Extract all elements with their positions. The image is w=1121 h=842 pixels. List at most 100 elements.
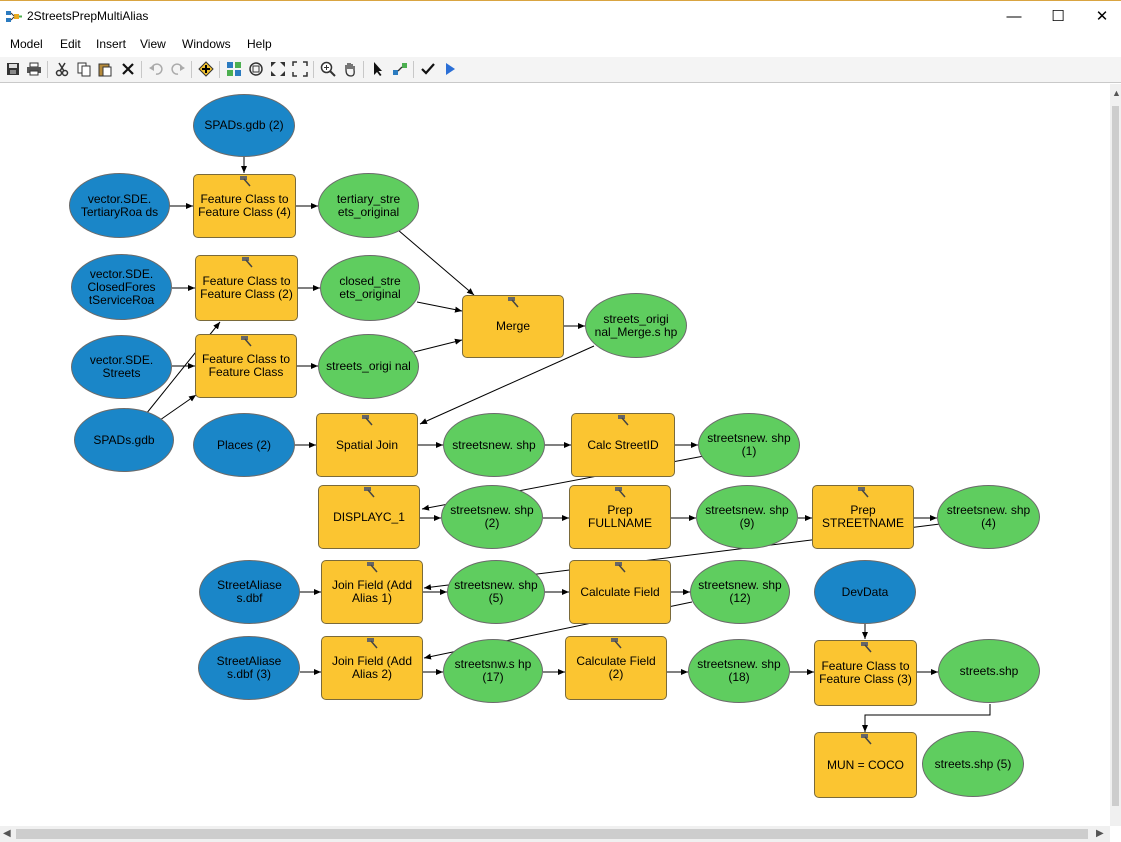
data-node-streets-shp[interactable]: streets.shp (938, 639, 1040, 703)
data-node-streetsnew-shp-12[interactable]: streetsnew. shp (12) (690, 560, 790, 624)
hammer-icon (611, 638, 622, 649)
horizontal-scrollbar[interactable]: ◀ ▶ (0, 826, 1110, 842)
data-node-streetsnew-shp-18[interactable]: streetsnew. shp (18) (688, 639, 790, 703)
menu-windows[interactable]: Windows (182, 37, 231, 51)
menu-edit[interactable]: Edit (60, 37, 81, 51)
tool-node-merge[interactable]: Merge (462, 295, 564, 358)
data-node-vector-tertiary[interactable]: vector.SDE. TertiaryRoa ds (69, 173, 170, 238)
tool-node-mun-coco[interactable]: MUN = COCO (814, 732, 917, 798)
toolbar-separator (219, 61, 220, 78)
data-node-streets-original-merge[interactable]: streets_origi nal_Merge.s hp (585, 293, 687, 358)
tool-node-fc-to-fc-4[interactable]: Feature Class to Feature Class (4) (193, 174, 296, 238)
menu-model[interactable]: Model (10, 37, 43, 51)
toolbar-separator (363, 61, 364, 78)
tool-node-calculate-field-2[interactable]: Calculate Field (2) (565, 636, 667, 700)
copy-icon[interactable] (75, 60, 93, 78)
print-icon[interactable] (25, 60, 43, 78)
data-node-streetaliases-dbf[interactable]: StreetAliase s.dbf (199, 560, 300, 624)
paste-icon[interactable] (96, 60, 114, 78)
connect-icon[interactable] (391, 60, 409, 78)
hammer-icon (615, 487, 626, 498)
hammer-icon (508, 297, 519, 308)
title-bar: 2StreetsPrepMultiAlias — ☐ ✕ (0, 0, 1121, 32)
data-node-places-2[interactable]: Places (2) (193, 413, 295, 477)
data-node-streets-original[interactable]: streets_origi nal (318, 334, 419, 399)
tool-node-join-field-2[interactable]: Join Field (Add Alias 2) (321, 636, 423, 700)
toolbar-separator (191, 61, 192, 78)
data-node-spads-gdb-2[interactable]: SPADs.gdb (2) (193, 94, 295, 157)
data-node-streetsnew-shp-4[interactable]: streetsnew. shp (4) (937, 485, 1040, 549)
save-icon[interactable] (4, 60, 22, 78)
full-extent-icon[interactable] (247, 60, 265, 78)
connector (862, 704, 991, 732)
scroll-left-icon[interactable]: ◀ (3, 828, 11, 839)
tool-node-spatial-join[interactable]: Spatial Join (316, 413, 418, 477)
tool-node-fc-to-fc-3[interactable]: Feature Class to Feature Class (3) (814, 640, 917, 706)
connector (413, 338, 463, 353)
menu-help[interactable]: Help (247, 37, 272, 51)
zoom-in-icon[interactable] (319, 60, 337, 78)
menu-insert[interactable]: Insert (96, 37, 126, 51)
data-node-vector-streets[interactable]: vector.SDE. Streets (71, 335, 172, 399)
hammer-icon (362, 415, 373, 426)
maximize-button[interactable]: ☐ (1038, 5, 1078, 29)
close-button[interactable]: ✕ (1082, 5, 1121, 29)
scroll-right-icon[interactable]: ▶ (1096, 828, 1104, 839)
menu-view[interactable]: View (140, 37, 166, 51)
auto-layout-icon[interactable] (225, 60, 243, 78)
hammer-icon (618, 415, 629, 426)
delete-icon[interactable] (119, 60, 137, 78)
undo-icon[interactable] (147, 60, 165, 78)
toolbar-separator (413, 61, 414, 78)
hammer-icon (860, 642, 872, 653)
data-node-streetsnw-shp-17[interactable]: streetsnw.s hp (17) (443, 639, 543, 703)
cut-icon[interactable] (53, 60, 71, 78)
vertical-scrollbar[interactable]: ▲ (1110, 84, 1121, 826)
tool-node-fc-to-fc[interactable]: Feature Class to Feature Class (195, 334, 297, 398)
data-node-streetsnew-shp-1[interactable]: streetsnew. shp (1) (698, 413, 800, 477)
tool-node-prep-fullname[interactable]: Prep FULLNAME (569, 485, 671, 549)
data-node-vector-closed[interactable]: vector.SDE. ClosedFores tServiceRoa (71, 254, 172, 320)
data-node-devdata[interactable]: DevData (814, 560, 916, 624)
hammer-icon (239, 176, 251, 187)
zoom-in-fixed-icon[interactable] (269, 60, 287, 78)
horizontal-scroll-thumb[interactable] (16, 829, 1088, 839)
select-icon[interactable] (369, 60, 387, 78)
model-canvas[interactable]: SPADs.gdb (2) Feature Class to Feature C… (0, 84, 1110, 826)
tool-node-calculate-field[interactable]: Calculate Field (569, 560, 671, 624)
run-icon[interactable] (441, 60, 459, 78)
tool-node-calc-streetid[interactable]: Calc StreetID (571, 413, 675, 477)
data-node-streets-shp-5[interactable]: streets.shp (5) (922, 731, 1024, 797)
hammer-icon (241, 336, 252, 347)
data-node-streetsnew-shp[interactable]: streetsnew. shp (443, 413, 545, 477)
zoom-full-icon[interactable] (291, 60, 309, 78)
data-node-closed-streets-original[interactable]: closed_stre ets_original (320, 255, 420, 321)
tool-node-prep-streetname[interactable]: Prep STREETNAME (812, 485, 914, 549)
data-node-streetsnew-shp-2[interactable]: streetsnew. shp (2) (441, 485, 543, 549)
vertical-scroll-thumb[interactable] (1112, 106, 1119, 806)
validate-icon[interactable] (419, 60, 437, 78)
data-node-spads-gdb[interactable]: SPADs.gdb (74, 408, 174, 472)
window-title: 2StreetsPrepMultiAlias (27, 9, 149, 23)
minimize-button[interactable]: — (994, 5, 1034, 29)
data-node-streetsnew-shp-5[interactable]: streetsnew. shp (5) (447, 560, 545, 624)
data-node-streetsnew-shp-9[interactable]: streetsnew. shp (9) (696, 485, 798, 549)
toolbar-separator (313, 61, 314, 78)
redo-icon[interactable] (169, 60, 187, 78)
scroll-up-icon[interactable]: ▲ (1112, 88, 1121, 98)
hammer-icon (364, 487, 375, 498)
toolbar-separator (47, 61, 48, 78)
tool-node-displayc-1[interactable]: DISPLAYC_1 (318, 485, 420, 549)
hammer-icon (367, 562, 378, 573)
tool-node-join-field-1[interactable]: Join Field (Add Alias 1) (321, 560, 423, 624)
data-node-streetaliases-dbf-3[interactable]: StreetAliase s.dbf (3) (198, 636, 300, 700)
toolbar-separator (141, 61, 142, 78)
add-data-icon[interactable] (197, 60, 215, 78)
data-node-tertiary-streets-original[interactable]: tertiary_stre ets_original (318, 173, 419, 238)
pan-icon[interactable] (341, 60, 359, 78)
hammer-icon (860, 734, 872, 745)
hammer-icon (241, 257, 253, 268)
connector (159, 394, 197, 421)
connector (416, 301, 463, 313)
tool-node-fc-to-fc-2[interactable]: Feature Class to Feature Class (2) (195, 255, 298, 321)
